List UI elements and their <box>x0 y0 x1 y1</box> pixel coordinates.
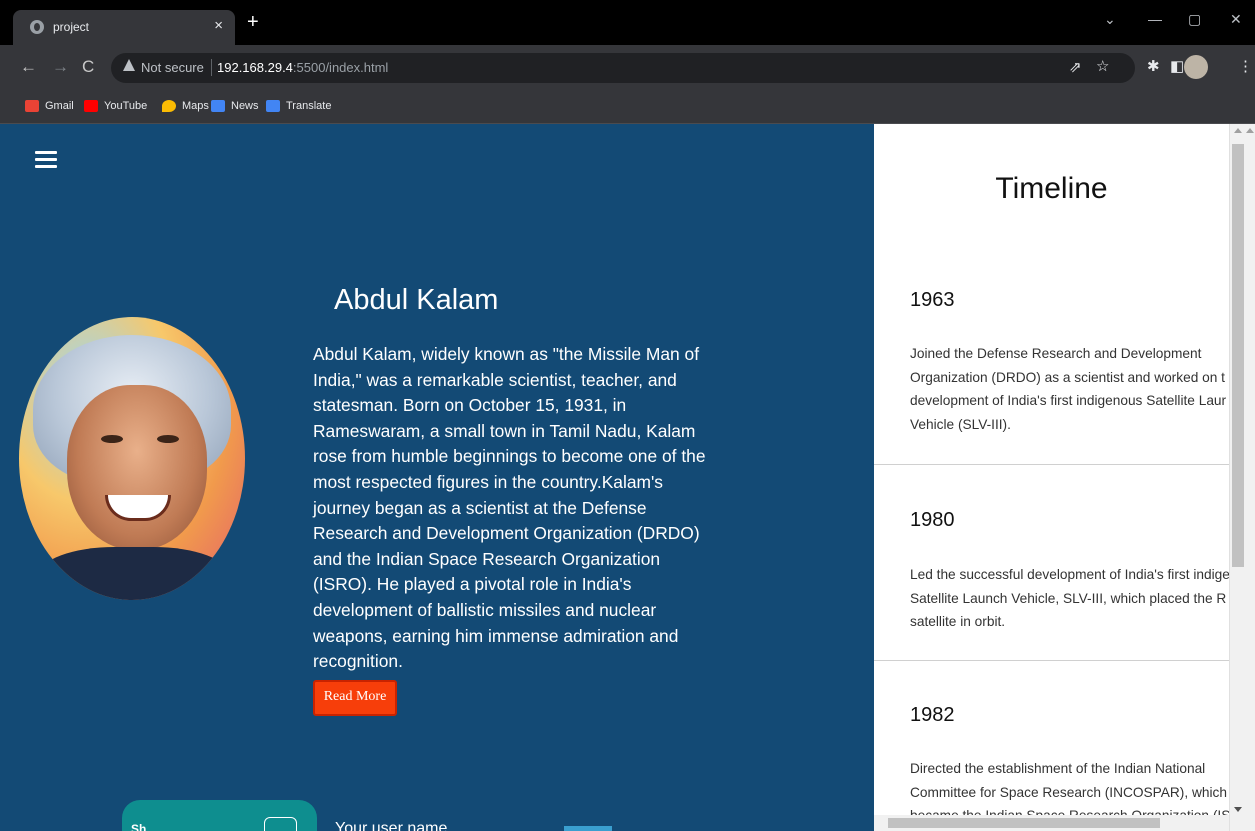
bookmark-label: Translate <box>286 100 332 112</box>
browser-tab-bar: project × + ⌄ — ▢ ✕ <box>0 0 1255 45</box>
bookmark-gmail[interactable]: Gmail <box>25 100 74 112</box>
read-more-button[interactable]: Read More <box>313 680 397 716</box>
maps-icon <box>162 100 176 112</box>
timeline-year: 1982 <box>910 704 955 726</box>
timeline-line: Organization (DRDO) as a scientist and w… <box>910 369 1225 385</box>
browser-toolbar: ← → C Not secure 192.168.29.4:5500/index… <box>0 45 1255 91</box>
timeline-line: Led the successful development of India'… <box>910 567 1229 582</box>
tab-close-icon[interactable]: × <box>214 17 223 34</box>
timeline-line: Vehicle (SLV-III). <box>910 416 1011 432</box>
youtube-icon <box>84 100 98 112</box>
share-card-label: Sh... <box>131 822 157 831</box>
back-arrow-icon[interactable]: ← <box>20 57 37 77</box>
browser-tab[interactable]: project × <box>13 10 235 45</box>
scrollbar-thumb[interactable] <box>888 818 1160 828</box>
new-tab-button[interactable]: + <box>247 12 259 32</box>
bookmark-maps[interactable]: Maps <box>162 100 209 112</box>
tab-title: project <box>53 20 90 34</box>
timeline-panel: Timeline 1963 Joined the Defense Researc… <box>874 124 1229 831</box>
biography-paragraph: Abdul Kalam, widely known as "the Missil… <box>313 344 706 672</box>
timeline-line: Joined the Defense Research and Developm… <box>910 346 1202 361</box>
news-icon <box>211 100 225 112</box>
username-submit-button[interactable] <box>564 826 612 831</box>
side-panel-icon[interactable]: ◧ <box>1170 58 1184 76</box>
timeline-line: Directed the establishment of the Indian… <box>910 761 1206 776</box>
hamburger-menu-icon[interactable] <box>35 151 57 169</box>
share-card: Sh... ... <box>122 800 317 831</box>
bookmark-label: News <box>231 100 259 112</box>
address-bar[interactable]: Not secure 192.168.29.4:5500/index.html … <box>111 53 1135 83</box>
close-window-button[interactable]: ✕ <box>1230 11 1242 28</box>
url-text[interactable]: 192.168.29.4:5500/index.html <box>217 60 388 75</box>
bookmark-label: Maps <box>182 100 209 112</box>
scroll-up-icon[interactable] <box>1234 128 1242 133</box>
bookmark-news[interactable]: News <box>211 100 259 112</box>
timeline-line: development of India's first indigenous … <box>910 393 1227 408</box>
hero-section: Abdul Kalam Abdul Kalam, widely known as… <box>0 124 874 831</box>
menu-dots-icon[interactable]: ⋮ <box>1238 58 1253 76</box>
reload-icon[interactable]: C <box>82 57 94 77</box>
tab-search-icon[interactable]: ⌄ <box>1104 11 1116 28</box>
vertical-scrollbar[interactable] <box>1229 124 1255 831</box>
url-path: :5500/index.html <box>292 60 389 75</box>
bookmark-youtube[interactable]: YouTube <box>84 100 147 112</box>
translate-icon <box>266 100 280 112</box>
minimize-button[interactable]: — <box>1148 11 1162 27</box>
maximize-button[interactable]: ▢ <box>1188 11 1201 28</box>
scrollbar-thumb[interactable] <box>1232 144 1244 567</box>
bookmark-label: YouTube <box>104 100 148 112</box>
warning-icon <box>123 59 135 71</box>
timeline-line: Satellite Launch Vehicle, SLV-III, which… <box>910 590 1227 606</box>
web-page: Abdul Kalam Abdul Kalam, widely known as… <box>0 124 1255 831</box>
divider <box>874 660 1229 661</box>
url-host: 192.168.29.4 <box>217 60 293 75</box>
divider <box>874 464 1229 465</box>
timeline-text: Led the successful development of India'… <box>910 563 1229 634</box>
bookmark-translate[interactable]: Translate <box>266 100 331 112</box>
username-label: Your user name <box>335 820 448 831</box>
horizontal-scrollbar[interactable] <box>874 815 1229 831</box>
bookmark-label: Gmail <box>45 100 74 112</box>
not-secure-label: Not secure <box>141 60 204 75</box>
forward-arrow-icon[interactable]: → <box>52 57 69 77</box>
star-icon[interactable]: ☆ <box>1096 58 1109 76</box>
globe-icon <box>30 20 44 34</box>
extensions-icon[interactable]: ✱ <box>1147 58 1160 76</box>
timeline-line: Committee for Space Research (INCOSPAR),… <box>910 784 1227 800</box>
portrait-image <box>19 317 245 600</box>
timeline-year: 1963 <box>910 289 955 311</box>
timeline-year: 1980 <box>910 509 955 531</box>
person-name-heading: Abdul Kalam <box>334 284 499 316</box>
divider <box>211 59 212 76</box>
scroll-down-icon[interactable] <box>1234 807 1242 812</box>
profile-avatar-icon[interactable] <box>1184 55 1208 79</box>
share-card-button[interactable]: ... <box>264 817 297 831</box>
timeline-title: Timeline <box>995 172 1108 205</box>
gmail-icon <box>25 100 39 112</box>
share-icon[interactable]: ⇗ <box>1069 59 1082 77</box>
bookmarks-bar: Gmail YouTube Maps News Translate <box>0 91 1255 124</box>
timeline-line: satellite in orbit. <box>910 614 1006 629</box>
scroll-up-icon[interactable] <box>1246 128 1254 133</box>
timeline-text: Joined the Defense Research and Developm… <box>910 342 1229 436</box>
